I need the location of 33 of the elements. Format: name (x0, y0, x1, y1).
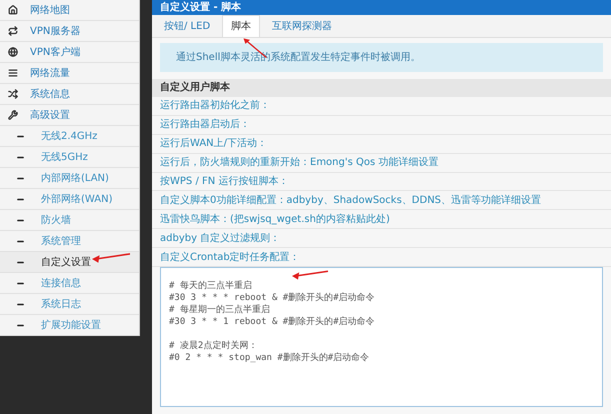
sidebar-item[interactable]: VPN客户端 (0, 42, 139, 63)
sidebar-item[interactable]: 网络地图 (0, 0, 139, 21)
tab[interactable]: 互联网探测器 (264, 15, 340, 37)
sidebar-item[interactable]: VPN服务器 (0, 21, 139, 42)
crontab-field[interactable]: # 每天的三点半重启 #30 3 * * * reboot & #删除开头的#启动命令 # 每星期一的三点半重启 #30 3 * * 1 reboot & #删除开头的#启动命令 # 凌晨2点定时关网： #0 2 * * * stop_wan #删除开头的#启动命令 (160, 267, 603, 408)
sidebar-subitem[interactable]: 连接信息 (0, 273, 139, 294)
home-icon (8, 5, 18, 15)
wrench-icon (8, 110, 18, 120)
sidebar-subitem[interactable]: 扩展功能设置 (0, 315, 139, 336)
script-label: 运行后，防火墙规则的重新开始：Emong's Qos 功能详细设置 (152, 154, 611, 173)
panel-title: 自定义设置 - 脚本 (152, 0, 611, 15)
globe-icon (8, 47, 18, 57)
sidebar-item[interactable]: 网络流量 (0, 63, 139, 84)
sidebar-subitem[interactable]: 外部网络(WAN) (0, 189, 139, 210)
arrows-icon (8, 26, 18, 36)
tab[interactable]: 脚本 (222, 15, 260, 37)
sidebar-item[interactable]: 系统信息 (0, 84, 139, 105)
script-label: 运行路由器启动后： (152, 116, 611, 135)
sidebar-item[interactable]: 高级设置 (0, 105, 139, 126)
annotation-arrow-icon (92, 252, 130, 266)
sidebar-subitem[interactable]: 无线5GHz (0, 147, 139, 168)
sidebar-subitem[interactable]: 自定义设置 (0, 252, 139, 273)
section-header: 自定义用户脚本 (152, 79, 611, 97)
script-label: 运行路由器初始化之前： (152, 96, 611, 116)
script-label: 按WPS / FN 运行按钮脚本： (152, 172, 611, 192)
tab[interactable]: 按钮/ LED (156, 15, 218, 37)
script-label: 运行后WAN上/下活动： (152, 134, 611, 154)
shuffle-icon (8, 89, 18, 99)
sidebar-subitem[interactable]: 系统日志 (0, 294, 139, 315)
sidebar-subitem[interactable]: 内部网络(LAN) (0, 168, 139, 189)
sidebar-subitem[interactable]: 防火墙 (0, 210, 139, 231)
sidebar-subitem[interactable]: 无线2.4GHz (0, 126, 139, 147)
list-icon (8, 68, 18, 78)
